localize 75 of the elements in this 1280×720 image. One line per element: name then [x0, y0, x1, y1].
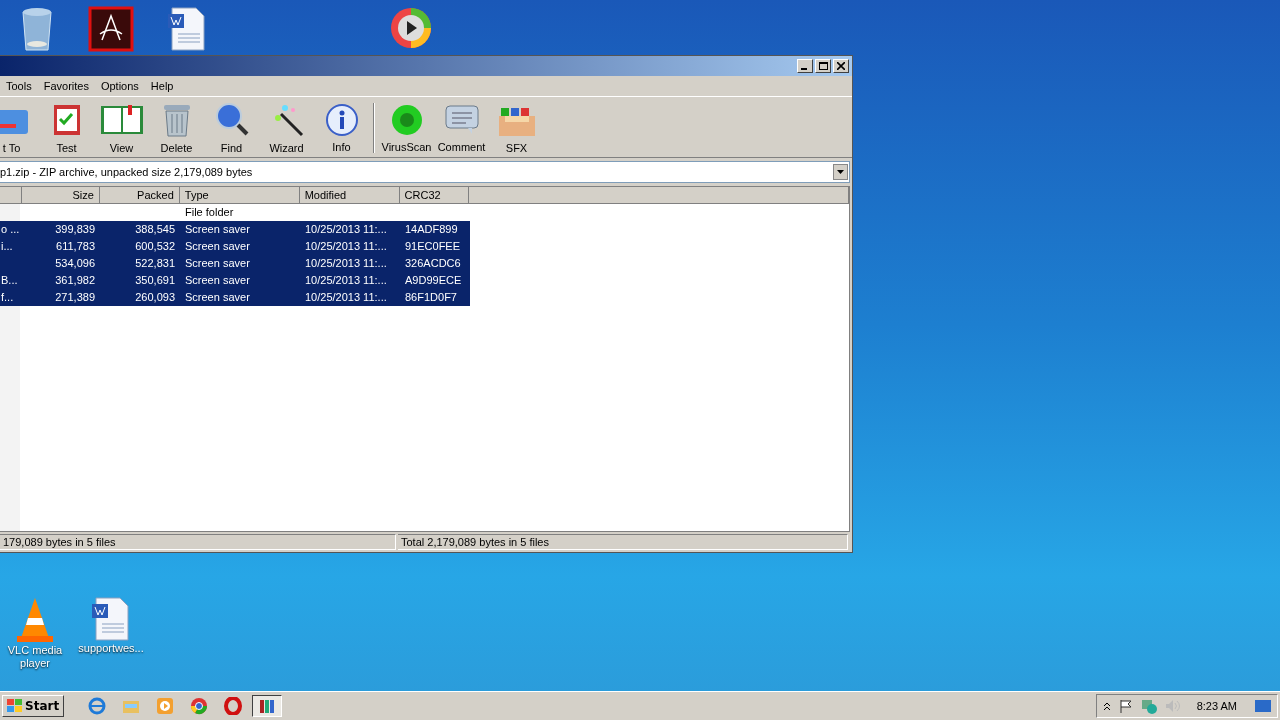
table-cell-text: 10/25/2013 11:...: [304, 256, 388, 271]
table-cell-text: Screen saver: [184, 290, 251, 305]
caret-icon: [837, 170, 844, 174]
table-cell-text: f...: [0, 290, 15, 305]
start-button[interactable]: Start: [2, 695, 65, 717]
dropdown-button[interactable]: [833, 164, 848, 180]
table-cell-text: 10/25/2013 11:...: [304, 290, 388, 305]
play-icon: [156, 697, 175, 715]
toolbar-button[interactable]: Info: [314, 103, 369, 153]
table-cell-text: 350,691: [134, 273, 176, 288]
archive-books-icon: [258, 697, 277, 715]
table-cell-text: 361,982: [54, 273, 96, 288]
speaker-icon: [1164, 699, 1181, 713]
table-cell-text: 326ACDC6: [404, 256, 462, 271]
flag-icon: [1118, 699, 1133, 713]
toolbar-button[interactable]: VirusScan: [379, 103, 434, 153]
table-cell-text: 611,783: [55, 239, 96, 254]
status-pane: 179,089 bytes in 5 files: [0, 534, 396, 550]
menu-item[interactable]: Favorites: [37, 80, 95, 92]
table-cell-text: 271,389: [54, 290, 96, 305]
clock[interactable]: 8:23 AM: [1196, 700, 1237, 712]
info-icon: [324, 103, 359, 137]
file-row[interactable]: File folder: [0, 204, 470, 221]
table-cell-text: Screen saver: [184, 256, 251, 271]
table-cell-text: Screen saver: [184, 222, 251, 237]
table-cell-text: B...: [0, 273, 19, 288]
file-row[interactable]: o ... 399,839 388,545 Screen saver 10/25/2013 11:... 14ADF899: [0, 221, 470, 238]
table-cell-text: 91EC0FEE: [404, 239, 462, 254]
file-row[interactable]: i... 611,783 600,532 Screen saver 10/25/2013 11:... 91EC0FEE: [0, 238, 470, 255]
table-cell-text: Screen saver: [184, 273, 251, 288]
maximize-icon: [818, 62, 828, 70]
file-row[interactable]: f... 271,389 260,093 Screen saver 10/25/2013 11:... 86F1D0F7: [0, 289, 470, 306]
table-cell-text: 399,839: [54, 222, 96, 237]
table-cell-text: 10/25/2013 11:...: [304, 273, 388, 288]
toolbar-button[interactable]: Comment: [434, 103, 489, 153]
toolbar-button[interactable]: Test: [39, 102, 94, 154]
close-button[interactable]: [833, 59, 849, 73]
traffic-cone-icon[interactable]: [15, 596, 55, 644]
chevron-up-icon: [1102, 701, 1111, 711]
table-cell-text: 86F1D0F7: [404, 290, 458, 305]
magnifier-icon: [213, 102, 250, 138]
status-pane: Total 2,179,089 bytes in 5 files: [398, 534, 848, 550]
table-cell-text: Screen saver: [184, 239, 251, 254]
toolbar-button[interactable]: t To: [0, 102, 39, 154]
toolbar-button[interactable]: Delete: [149, 102, 204, 154]
table-cell-text: 522,831: [134, 256, 176, 271]
toolbar-button[interactable]: View: [94, 102, 149, 154]
maximize-button[interactable]: [815, 59, 831, 73]
table-cell-text: 10/25/2013 11:...: [304, 222, 388, 237]
table-cell-text: File folder: [184, 205, 235, 220]
toolbar-button[interactable]: Find: [204, 102, 259, 154]
menu-item[interactable]: Tools: [0, 80, 38, 92]
table-cell-text: o ...: [0, 222, 21, 237]
file-row[interactable]: B... 361,982 350,691 Screen saver 10/25/2013 11:... A9D99ECE: [0, 272, 470, 289]
table-cell-text: 260,093: [134, 290, 176, 305]
windows-logo-icon: [7, 699, 23, 713]
toolbar-button[interactable]: Wizard: [259, 102, 314, 154]
table-cell-text: 534,096: [54, 256, 96, 271]
menu-item[interactable]: Help: [144, 80, 180, 92]
pdf-document-icon[interactable]: [88, 6, 134, 52]
path-field[interactable]: p1.zip - ZIP archive, unpacked size 2,179,089 bytes: [0, 161, 850, 183]
table-cell-text: 600,532: [134, 239, 176, 254]
table-cell-text: 14ADF899: [404, 222, 459, 237]
toolbar-button[interactable]: SFX: [489, 102, 544, 154]
chrome-icon: [190, 697, 209, 715]
table-cell-text: A9D99ECE: [404, 273, 463, 288]
taskbar-button[interactable]: [252, 695, 283, 717]
table-cell-text: 388,545: [134, 222, 176, 237]
media-player-icon[interactable]: [389, 6, 433, 50]
table-cell-text: i...: [0, 239, 14, 254]
file-row[interactable]: 534,096 522,831 Screen saver 10/25/2013 11:... 326ACDC6: [0, 255, 470, 272]
close-icon: [837, 62, 845, 70]
minimize-button[interactable]: [797, 59, 813, 73]
menu-item[interactable]: Options: [94, 80, 145, 92]
table-cell-text: 10/25/2013 11:...: [304, 239, 388, 254]
